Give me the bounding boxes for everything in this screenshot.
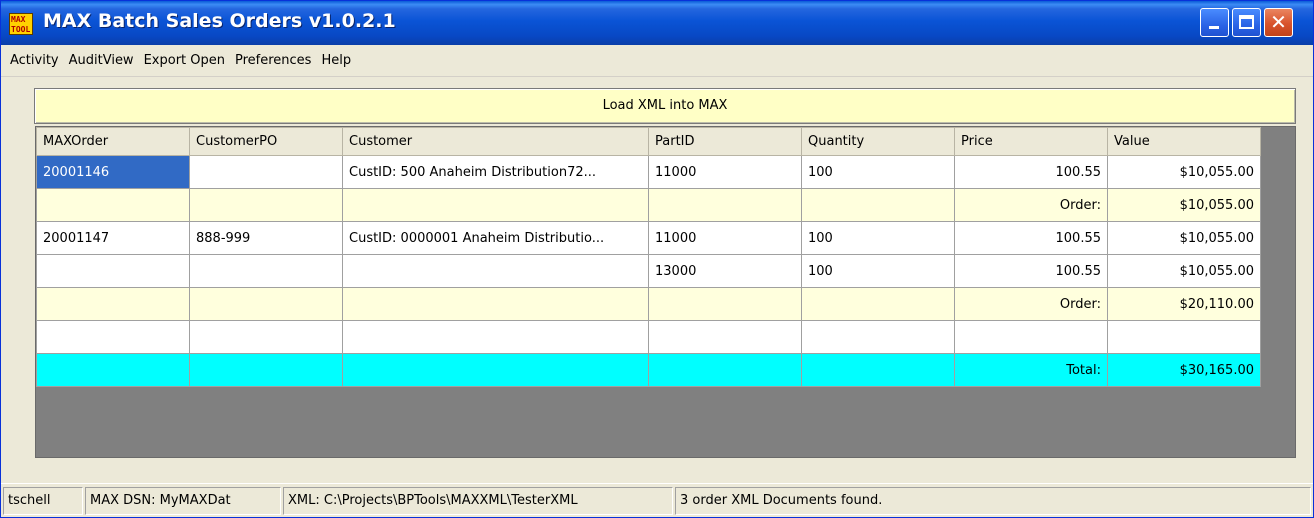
menu-help[interactable]: Help xyxy=(316,51,356,71)
menu-export-open[interactable]: Export Open xyxy=(139,51,230,71)
cell-price[interactable]: 100.55 xyxy=(954,221,1108,255)
menu-auditview[interactable]: AuditView xyxy=(64,51,139,71)
cell-value[interactable] xyxy=(1107,320,1261,354)
minimize-icon xyxy=(1209,26,1219,29)
grid-header-row: MAXOrder CustomerPO Customer PartID Quan… xyxy=(36,127,1261,156)
menu-bar: Activity AuditView Export Open Preferenc… xyxy=(1,45,1313,77)
load-xml-button[interactable]: Load XML into MAX xyxy=(34,88,1296,124)
maximize-button[interactable] xyxy=(1232,8,1261,37)
cell-partid[interactable] xyxy=(648,353,802,387)
column-header-partid[interactable]: PartID xyxy=(648,127,802,156)
menu-preferences[interactable]: Preferences xyxy=(230,51,316,71)
column-header-customerpo[interactable]: CustomerPO xyxy=(189,127,343,156)
menu-activity[interactable]: Activity xyxy=(5,51,64,71)
maximize-icon xyxy=(1239,15,1254,29)
cell-quantity[interactable]: 100 xyxy=(801,254,955,288)
cell-maxorder[interactable]: 20001147 xyxy=(36,221,190,255)
cell-total-label[interactable]: Total: xyxy=(954,353,1108,387)
cell-maxorder[interactable]: 20001146 xyxy=(36,155,190,189)
cell-quantity[interactable] xyxy=(801,320,955,354)
cell-customer[interactable] xyxy=(342,320,649,354)
cell-partid[interactable] xyxy=(648,320,802,354)
cell-customerpo[interactable]: 888-999 xyxy=(189,221,343,255)
cell-customerpo[interactable] xyxy=(189,155,343,189)
minimize-button[interactable] xyxy=(1200,8,1229,37)
cell-customerpo[interactable] xyxy=(189,188,343,222)
cell-customer[interactable] xyxy=(342,254,649,288)
cell-maxorder[interactable] xyxy=(36,320,190,354)
column-header-value[interactable]: Value xyxy=(1107,127,1261,156)
column-header-customer[interactable]: Customer xyxy=(342,127,649,156)
cell-quantity[interactable]: 100 xyxy=(801,221,955,255)
cell-partid[interactable] xyxy=(648,287,802,321)
cell-maxorder[interactable] xyxy=(36,353,190,387)
status-message: 3 order XML Documents found. xyxy=(675,487,1311,515)
cell-customer[interactable] xyxy=(342,353,649,387)
cell-quantity[interactable] xyxy=(801,287,955,321)
order-subtotal-row[interactable]: Order: $10,055.00 xyxy=(36,188,1261,222)
cell-order-label[interactable]: Order: xyxy=(954,188,1108,222)
cell-customerpo[interactable] xyxy=(189,287,343,321)
status-user: tschell xyxy=(3,487,83,515)
cell-customer[interactable]: CustID: 0000001 Anaheim Distributio... xyxy=(342,221,649,255)
table-row[interactable]: 13000 100 100.55 $10,055.00 xyxy=(36,254,1261,288)
cell-value[interactable]: $10,055.00 xyxy=(1107,221,1261,255)
cell-partid[interactable]: 11000 xyxy=(648,155,802,189)
cell-customer[interactable] xyxy=(342,287,649,321)
close-button[interactable]: ✕ xyxy=(1264,8,1293,37)
cell-quantity[interactable] xyxy=(801,353,955,387)
orders-grid[interactable]: MAXOrder CustomerPO Customer PartID Quan… xyxy=(35,126,1296,458)
cell-maxorder[interactable] xyxy=(36,254,190,288)
cell-maxorder[interactable] xyxy=(36,188,190,222)
cell-customerpo[interactable] xyxy=(189,320,343,354)
app-logo-text-bottom: TOOL xyxy=(11,25,31,34)
cell-partid[interactable] xyxy=(648,188,802,222)
app-logo-icon[interactable]: MAX TOOL xyxy=(9,13,33,35)
window-title: MAX Batch Sales Orders v1.0.2.1 xyxy=(43,10,396,32)
cell-order-subtotal[interactable]: $10,055.00 xyxy=(1107,188,1261,222)
cell-maxorder[interactable] xyxy=(36,287,190,321)
table-row[interactable] xyxy=(36,320,1261,354)
column-header-price[interactable]: Price xyxy=(954,127,1108,156)
cell-customerpo[interactable] xyxy=(189,353,343,387)
cell-value[interactable]: $10,055.00 xyxy=(1107,254,1261,288)
cell-order-label[interactable]: Order: xyxy=(954,287,1108,321)
cell-customerpo[interactable] xyxy=(189,254,343,288)
app-window: MAX TOOL MAX Batch Sales Orders v1.0.2.1… xyxy=(0,0,1314,518)
app-logo-text-top: MAX xyxy=(11,15,26,24)
grand-total-row[interactable]: Total: $30,165.00 xyxy=(36,353,1261,387)
table-row[interactable]: 20001147 888-999 CustID: 0000001 Anaheim… xyxy=(36,221,1261,255)
status-dsn: MAX DSN: MyMAXDat xyxy=(85,487,281,515)
orders-table: MAXOrder CustomerPO Customer PartID Quan… xyxy=(36,127,1261,387)
cell-grand-total[interactable]: $30,165.00 xyxy=(1107,353,1261,387)
column-header-maxorder[interactable]: MAXOrder xyxy=(36,127,190,156)
cell-quantity[interactable] xyxy=(801,188,955,222)
status-xml-path: XML: C:\Projects\BPTools\MAXXML\TesterXM… xyxy=(283,487,673,515)
cell-price[interactable] xyxy=(954,320,1108,354)
status-bar: tschell MAX DSN: MyMAXDat XML: C:\Projec… xyxy=(1,483,1313,517)
client-area: Load XML into MAX MAXOrder CustomerPO Cu… xyxy=(10,78,1305,463)
order-subtotal-row[interactable]: Order: $20,110.00 xyxy=(36,287,1261,321)
cell-price[interactable]: 100.55 xyxy=(954,254,1108,288)
cell-partid[interactable]: 11000 xyxy=(648,221,802,255)
cell-value[interactable]: $10,055.00 xyxy=(1107,155,1261,189)
cell-customer[interactable] xyxy=(342,188,649,222)
table-row[interactable]: 20001146 CustID: 500 Anaheim Distributio… xyxy=(36,155,1261,189)
close-icon: ✕ xyxy=(1270,10,1287,34)
cell-customer[interactable]: CustID: 500 Anaheim Distribution72... xyxy=(342,155,649,189)
column-header-quantity[interactable]: Quantity xyxy=(801,127,955,156)
cell-order-subtotal[interactable]: $20,110.00 xyxy=(1107,287,1261,321)
cell-quantity[interactable]: 100 xyxy=(801,155,955,189)
cell-price[interactable]: 100.55 xyxy=(954,155,1108,189)
cell-partid[interactable]: 13000 xyxy=(648,254,802,288)
title-bar[interactable]: MAX TOOL MAX Batch Sales Orders v1.0.2.1… xyxy=(1,1,1313,45)
